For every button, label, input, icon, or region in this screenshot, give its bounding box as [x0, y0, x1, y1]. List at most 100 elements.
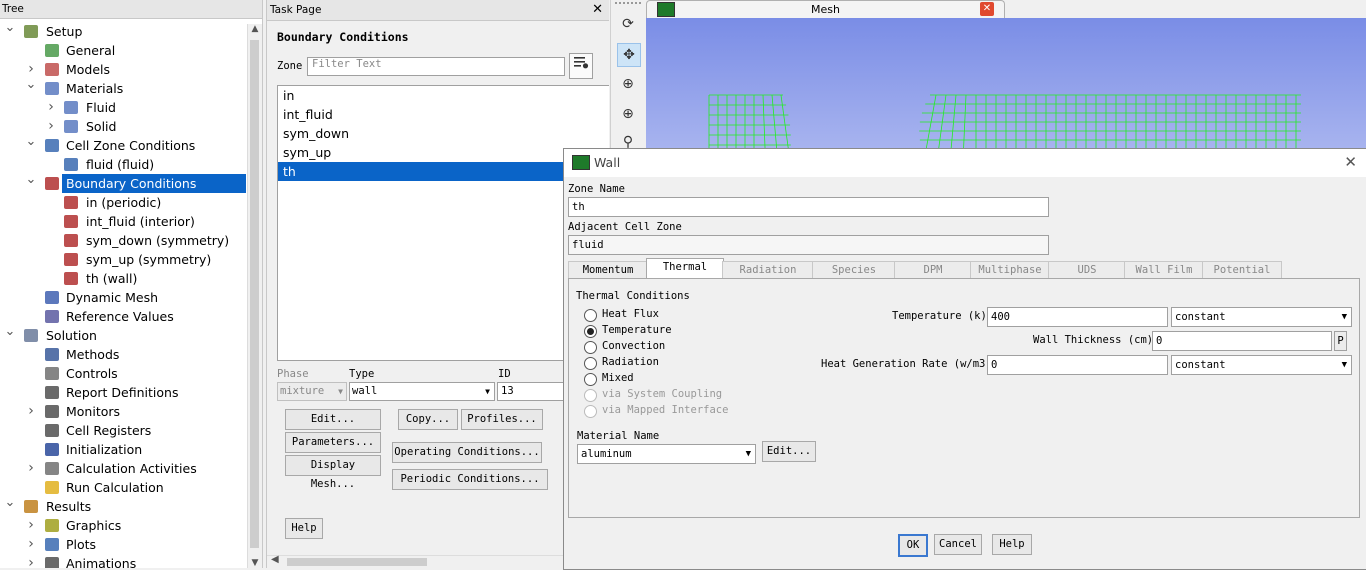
- tree-item[interactable]: › Models: [0, 60, 246, 79]
- chevron-right-icon[interactable]: ›: [45, 117, 57, 136]
- zone-list-item[interactable]: sym_up: [278, 143, 609, 162]
- chevron-right-icon[interactable]: ›: [25, 459, 37, 478]
- tree-item[interactable]: ⌄ Boundary Conditions: [0, 173, 246, 193]
- type-select[interactable]: wall ▼: [349, 382, 495, 401]
- zone-filter-input[interactable]: Filter Text: [307, 57, 565, 76]
- heat-generation-rate-field[interactable]: 0: [987, 355, 1168, 375]
- material-select[interactable]: aluminum ▼: [577, 444, 756, 464]
- chevron-down-icon[interactable]: ⌄: [25, 78, 37, 91]
- zoom-to-area-icon[interactable]: ⊕: [617, 103, 639, 125]
- tree-item[interactable]: Controls: [0, 364, 246, 383]
- tree-item[interactable]: › Monitors: [0, 402, 246, 421]
- scroll-down-arrow-icon[interactable]: ▼: [248, 558, 262, 568]
- mesh-line: [925, 94, 937, 150]
- temperature-field[interactable]: 400: [987, 307, 1168, 327]
- tab-thermal[interactable]: Thermal: [646, 258, 724, 279]
- scroll-thumb[interactable]: [287, 558, 427, 566]
- parameters-button[interactable]: Parameters...: [285, 432, 381, 453]
- zone-list-item[interactable]: in: [278, 86, 609, 105]
- scroll-left-arrow-icon[interactable]: ◀: [271, 554, 279, 565]
- tab-species[interactable]: Species: [812, 261, 896, 279]
- tree-item[interactable]: sym_up (symmetry): [0, 250, 246, 269]
- chevron-down-icon[interactable]: ⌄: [25, 135, 37, 148]
- tree-item[interactable]: Initialization: [0, 440, 246, 459]
- tab-dpm[interactable]: DPM: [894, 261, 972, 279]
- thermal-option-label: Heat Flux: [602, 308, 659, 320]
- filter-options-icon[interactable]: [569, 53, 593, 79]
- zone-list-item[interactable]: th: [278, 162, 609, 181]
- task-horizontal-scrollbar[interactable]: ◀: [267, 554, 565, 568]
- tree-item[interactable]: ⌄ Results: [0, 496, 246, 516]
- tree-item[interactable]: Report Definitions: [0, 383, 246, 402]
- chevron-down-icon[interactable]: ⌄: [4, 496, 16, 509]
- chevron-right-icon[interactable]: ›: [45, 98, 57, 117]
- edit-button[interactable]: Edit...: [285, 409, 381, 430]
- zone-list-item[interactable]: int_fluid: [278, 105, 609, 124]
- copy-button[interactable]: Copy...: [398, 409, 458, 430]
- cancel-button[interactable]: Cancel: [934, 534, 982, 555]
- tab-wall-film[interactable]: Wall Film: [1124, 261, 1204, 279]
- close-icon[interactable]: ✕: [1344, 153, 1357, 171]
- operating-conditions-button[interactable]: Operating Conditions...: [392, 442, 542, 463]
- tab-potential[interactable]: Potential: [1202, 261, 1282, 279]
- heat-generation-method-select[interactable]: constant ▼: [1171, 355, 1352, 375]
- tree-item[interactable]: ⌄ Materials: [0, 78, 246, 98]
- ok-button[interactable]: OK: [898, 534, 928, 557]
- tree-item[interactable]: ⌄ Cell Zone Conditions: [0, 135, 246, 155]
- tree-item[interactable]: › Graphics: [0, 516, 246, 535]
- tab-radiation[interactable]: Radiation: [722, 261, 814, 279]
- tree-item[interactable]: in (periodic): [0, 193, 246, 212]
- scroll-up-arrow-icon[interactable]: ▲: [248, 24, 262, 34]
- zone-name-field[interactable]: th: [568, 197, 1049, 217]
- periodic-conditions-button[interactable]: Periodic Conditions...: [392, 469, 548, 490]
- tab-uds[interactable]: UDS: [1048, 261, 1126, 279]
- zone-list-item[interactable]: sym_down: [278, 124, 609, 143]
- help-button[interactable]: Help: [285, 518, 323, 539]
- chevron-down-icon[interactable]: ⌄: [4, 325, 16, 338]
- parameter-button[interactable]: P: [1334, 331, 1347, 351]
- pan-icon[interactable]: ✥: [617, 43, 641, 67]
- tab-momentum[interactable]: Momentum: [568, 261, 648, 279]
- tree-item[interactable]: fluid (fluid): [0, 155, 246, 174]
- profiles-button[interactable]: Profiles...: [461, 409, 543, 430]
- tree-item[interactable]: › Calculation Activities: [0, 459, 246, 478]
- close-icon[interactable]: ✕: [592, 0, 603, 20]
- tree-item[interactable]: General: [0, 41, 246, 60]
- material-edit-button[interactable]: Edit...: [762, 441, 816, 462]
- tree-item[interactable]: › Plots: [0, 535, 246, 554]
- tree-item[interactable]: Dynamic Mesh: [0, 288, 246, 307]
- tree-item[interactable]: Run Calculation: [0, 478, 246, 497]
- tree-item[interactable]: Methods: [0, 345, 246, 364]
- tree-item[interactable]: ⌄ Setup: [0, 21, 246, 41]
- mesh-window-tab[interactable]: Mesh ✕: [646, 0, 1005, 19]
- close-icon[interactable]: ✕: [980, 2, 994, 16]
- tree-item[interactable]: th (wall): [0, 269, 246, 288]
- chevron-right-icon[interactable]: ›: [25, 516, 37, 535]
- wall-thickness-field[interactable]: 0: [1152, 331, 1332, 351]
- tab-multiphase[interactable]: Multiphase: [970, 261, 1050, 279]
- phase-select[interactable]: mixture ▼: [277, 382, 347, 401]
- zoom-icon[interactable]: ⊕: [617, 73, 639, 95]
- rotate-icon[interactable]: ⟳: [617, 13, 639, 35]
- report-definitions-icon: [45, 386, 59, 399]
- chevron-down-icon[interactable]: ⌄: [25, 173, 37, 186]
- chevron-right-icon[interactable]: ›: [25, 554, 37, 568]
- scroll-thumb[interactable]: [250, 40, 259, 548]
- mesh-graphics-view[interactable]: [646, 18, 1366, 150]
- tree-scrollbar[interactable]: ▲ ▼: [247, 24, 262, 568]
- help-button[interactable]: Help: [992, 534, 1032, 555]
- tree-item[interactable]: sym_down (symmetry): [0, 231, 246, 250]
- tree-item[interactable]: ⌄ Solution: [0, 325, 246, 345]
- chevron-down-icon[interactable]: ⌄: [4, 21, 16, 34]
- tree-item[interactable]: Reference Values: [0, 307, 246, 326]
- tree-item[interactable]: Cell Registers: [0, 421, 246, 440]
- chevron-right-icon[interactable]: ›: [25, 535, 37, 554]
- tree-item[interactable]: › Solid: [0, 117, 246, 136]
- temperature-method-select[interactable]: constant ▼: [1171, 307, 1352, 327]
- tree-item-label: Results: [46, 499, 92, 514]
- chevron-right-icon[interactable]: ›: [25, 402, 37, 421]
- tree-item[interactable]: int_fluid (interior): [0, 212, 246, 231]
- tree-item[interactable]: › Animations: [0, 554, 246, 568]
- display-mesh-button[interactable]: Display Mesh...: [285, 455, 381, 490]
- tree-item[interactable]: › Fluid: [0, 98, 246, 117]
